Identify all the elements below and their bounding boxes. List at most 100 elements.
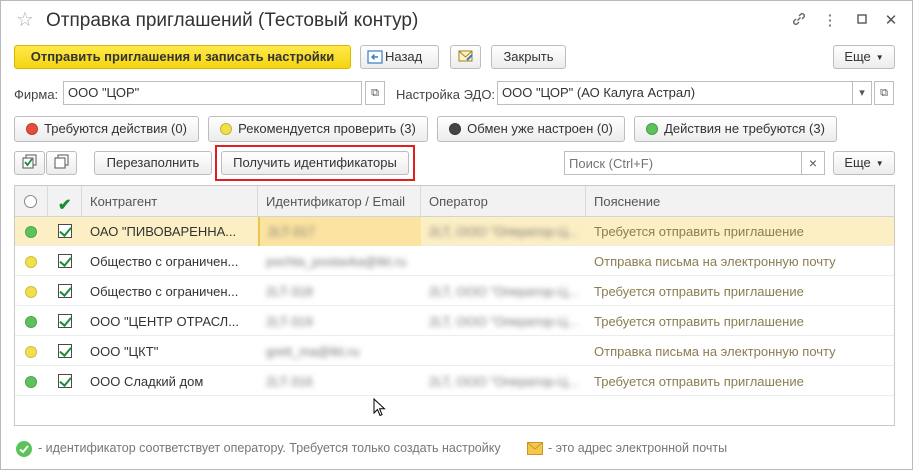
counterparties-table[interactable]: ✔ Контрагент Идентификатор / Email Опера… <box>14 185 895 426</box>
back-arrow-icon <box>367 49 385 71</box>
mouse-cursor-icon <box>373 397 387 421</box>
row-checkbox[interactable] <box>58 254 72 268</box>
operator-cell <box>421 337 586 366</box>
identifier-value: grett_ma@tkt.ru <box>266 344 360 359</box>
contractor-cell: Общество с ограничен... <box>90 284 239 299</box>
operator-cell: 2LT, ООО "Оператор-Ц... <box>421 277 586 306</box>
check-column-header[interactable]: ✔ <box>48 186 82 217</box>
identifier-cell: 2LT-319 <box>258 307 421 336</box>
title-bar: ☆ Отправка приглашений (Тестовый контур)… <box>1 1 912 41</box>
envelope-edit-icon <box>458 49 474 64</box>
operator-value: 2LT, ООО "Оператор-Ц... <box>429 224 579 239</box>
identifier-cell: 2LT-317 <box>258 217 421 246</box>
identifier-cell: grett_ma@tkt.ru <box>258 337 421 366</box>
filter-no-action-required[interactable]: Действия не требуются (3) <box>634 116 837 142</box>
identifier-cell: 2LT-316 <box>258 367 421 396</box>
status-circle-icon <box>24 195 37 208</box>
edo-label: Настройка ЭДО: <box>396 87 496 102</box>
table-row[interactable]: ОАО "ПИВОВАРЕННА... 2LT-317 2LT, ООО "Оп… <box>15 217 894 246</box>
explanation-cell: Отправка письма на электронную почту <box>594 254 836 269</box>
window: ☆ Отправка приглашений (Тестовый контур)… <box>0 0 913 470</box>
maximize-icon[interactable] <box>851 11 873 31</box>
table-row[interactable]: Общество с ограничен... 2LT-318 2LT, ООО… <box>15 277 894 306</box>
uncheck-all-button[interactable] <box>46 151 77 175</box>
explanation-cell: Требуется отправить приглашение <box>594 374 804 389</box>
edo-dropdown-icon[interactable]: ▾ <box>852 81 872 105</box>
filter-label: Рекомендуется проверить (3) <box>238 121 416 136</box>
yellow-status-icon <box>25 256 37 268</box>
more-icon[interactable]: ⋮ <box>819 11 841 31</box>
refill-button[interactable]: Перезаполнить <box>94 151 212 175</box>
row-checkbox[interactable] <box>58 224 72 238</box>
search-input[interactable] <box>564 151 802 175</box>
operator-cell: 2LT, ООО "Оператор-Ц... <box>421 217 586 246</box>
send-invitations-button[interactable]: Отправить приглашения и записать настрой… <box>14 45 351 69</box>
explanation-cell: Требуется отправить приглашение <box>594 224 804 239</box>
contractor-cell: ООО "ЦКТ" <box>90 344 159 359</box>
more-label: Еще <box>844 49 871 64</box>
identifier-value: 2LT-316 <box>266 374 313 389</box>
identifier-value: 2LT-319 <box>266 314 313 329</box>
back-label: Назад <box>385 49 423 64</box>
edo-open-icon[interactable]: ⧉ <box>874 81 894 105</box>
message-button[interactable] <box>450 45 481 69</box>
check-all-button[interactable] <box>14 151 45 175</box>
link-icon[interactable] <box>788 11 810 33</box>
operator-value: 2LT, ООО "Оператор-Ц... <box>429 314 579 329</box>
legend-ok-text: - идентификатор соответствует оператору.… <box>38 441 501 455</box>
identifier-value: pochta_postavka@tkt.ru <box>266 254 407 269</box>
filter-label: Действия не требуются (3) <box>664 121 825 136</box>
filter-actions-required[interactable]: Требуются действия (0) <box>14 116 199 142</box>
edo-field[interactable]: ООО "ЦОР" (АО Калуга Астрал) <box>497 81 853 105</box>
chevron-down-icon: ▼ <box>875 159 884 168</box>
table-row[interactable]: ООО "ЦКТ" grett_ma@tkt.ru Отправка письм… <box>15 337 894 366</box>
close-button[interactable]: Закрыть <box>491 45 566 69</box>
black-status-icon <box>449 123 462 135</box>
yellow-status-icon <box>220 123 233 135</box>
identifier-value: 2LT-318 <box>266 284 313 299</box>
yellow-status-icon <box>25 286 37 298</box>
firm-label: Фирма: <box>14 87 59 102</box>
row-checkbox[interactable] <box>58 374 72 388</box>
column-header-identifier[interactable]: Идентификатор / Email <box>258 186 421 217</box>
row-checkbox[interactable] <box>58 284 72 298</box>
get-identifiers-button[interactable]: Получить идентификаторы <box>221 151 409 175</box>
legend-mail-text: - это адрес электронной почты <box>548 441 728 455</box>
column-header-explanation[interactable]: Пояснение <box>586 186 894 217</box>
clear-search-icon[interactable]: × <box>801 151 825 175</box>
close-icon[interactable]: ✕ <box>880 11 902 31</box>
row-checkbox[interactable] <box>58 314 72 328</box>
explanation-cell: Отправка письма на электронную почту <box>594 344 836 359</box>
operator-cell: 2LT, ООО "Оператор-Ц... <box>421 307 586 336</box>
green-status-icon <box>25 316 37 328</box>
red-status-icon <box>26 123 39 135</box>
firm-field[interactable]: ООО "ЦОР" <box>63 81 362 105</box>
contractor-cell: ОАО "ПИВОВАРЕННА... <box>90 224 237 239</box>
identifier-cell: pochta_postavka@tkt.ru <box>258 247 421 276</box>
uncheck-all-icon <box>54 154 70 170</box>
green-status-icon <box>646 123 659 135</box>
status-column-header[interactable] <box>15 186 48 217</box>
column-header-contractor[interactable]: Контрагент <box>82 186 258 217</box>
firm-open-icon[interactable]: ⧉ <box>365 81 385 105</box>
back-button[interactable]: Назад <box>360 45 439 69</box>
table-header: ✔ Контрагент Идентификатор / Email Опера… <box>15 186 894 217</box>
contractor-cell: ООО "ЦЕНТР ОТРАСЛ... <box>90 314 240 329</box>
explanation-cell: Требуется отправить приглашение <box>594 284 804 299</box>
table-row[interactable]: ООО Сладкий дом 2LT-316 2LT, ООО "Операт… <box>15 367 894 396</box>
operator-value: 2LT, ООО "Оператор-Ц... <box>429 284 579 299</box>
filter-exchange-configured[interactable]: Обмен уже настроен (0) <box>437 116 625 142</box>
identifier-value: 2LT-317 <box>268 224 315 239</box>
table-row[interactable]: Общество с ограничен... pochta_postavka@… <box>15 247 894 276</box>
column-header-operator[interactable]: Оператор <box>421 186 586 217</box>
table-row[interactable]: ООО "ЦЕНТР ОТРАСЛ... 2LT-319 2LT, ООО "О… <box>15 307 894 336</box>
favorite-star-icon[interactable]: ☆ <box>16 9 34 31</box>
identifier-cell: 2LT-318 <box>258 277 421 306</box>
row-checkbox[interactable] <box>58 344 72 358</box>
operator-cell: 2LT, ООО "Оператор-Ц... <box>421 367 586 396</box>
filter-check-recommended[interactable]: Рекомендуется проверить (3) <box>208 116 428 142</box>
more-menu-button[interactable]: Еще ▼ <box>833 45 895 69</box>
green-check-icon <box>16 441 32 457</box>
check-all-icon <box>22 154 38 170</box>
table-more-menu-button[interactable]: Еще ▼ <box>833 151 895 175</box>
